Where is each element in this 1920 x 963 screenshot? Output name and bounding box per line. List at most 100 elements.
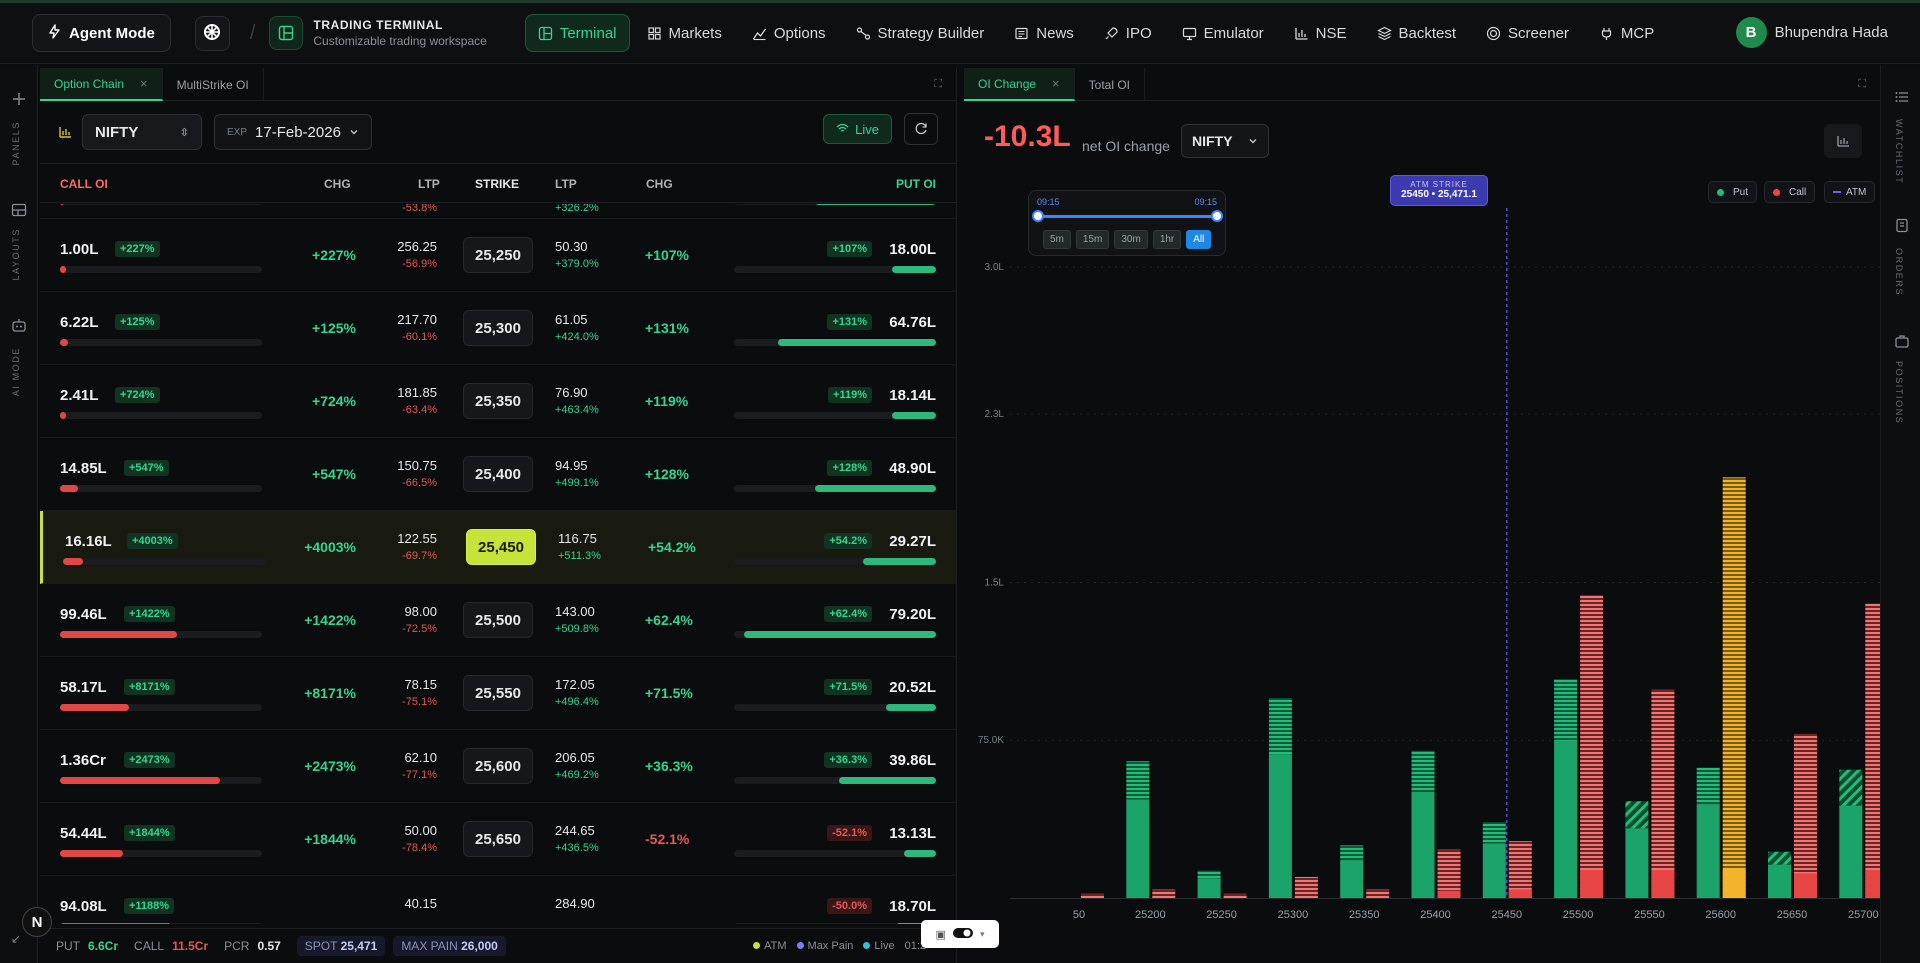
call-bar	[1366, 889, 1390, 898]
strike-cell[interactable]: 25,550	[463, 675, 533, 711]
user-menu[interactable]: B Bhupendra Hada	[1735, 17, 1888, 48]
strike-cell[interactable]: 25,650	[463, 821, 533, 857]
call-oi-change-badge: +125%	[115, 314, 160, 330]
x-tick-label: 25200	[1135, 909, 1166, 921]
nav-markets[interactable]: Markets	[634, 14, 735, 52]
close-icon[interactable]: ×	[140, 76, 148, 91]
rail-layouts-label[interactable]: LAYOUTS	[11, 228, 21, 281]
collapse-arrow-icon[interactable]: ↙	[11, 932, 27, 948]
rail-ai-mode-label[interactable]: AI MODE	[11, 347, 21, 396]
table-row[interactable]: 54.44L +1844% +1844% 50.00 -78.4% 25,650 244.6…	[40, 803, 956, 876]
rail-positions-label[interactable]: POSITIONS	[1894, 361, 1904, 424]
chart-type-button[interactable]	[1824, 124, 1862, 158]
nav-label: NSE	[1315, 24, 1347, 42]
strike-cell[interactable]: 25,450	[466, 529, 536, 565]
table-row-atm[interactable]: 16.16L +4003% +4003% 122.55 -69.7% 25,450 116.…	[40, 511, 956, 584]
nav-ipo[interactable]: IPO	[1091, 14, 1165, 52]
call-ltp-value: 217.70	[397, 312, 437, 327]
nav-nse[interactable]: NSE	[1281, 14, 1360, 52]
range-start-handle[interactable]	[1032, 210, 1044, 222]
table-row[interactable]: 94.08L +1188% 40.15 284.90 -50.0% 18.70L	[40, 876, 956, 924]
strike-cell[interactable]: 25,350	[463, 383, 533, 419]
plus-icon[interactable]	[11, 91, 27, 107]
clipboard-icon[interactable]	[1894, 217, 1910, 233]
symbol-select[interactable]: NIFTY ⇳	[82, 114, 202, 150]
rail-watchlist-label[interactable]: WATCHLIST	[1894, 119, 1904, 184]
tab-multistrike-oi[interactable]: MultiStrike OI	[163, 68, 264, 101]
legend-call[interactable]: Call	[1764, 181, 1816, 203]
strike-cell[interactable]: 25,250	[463, 237, 533, 273]
timeframe-1hr[interactable]: 1hr	[1152, 230, 1182, 249]
expand-icon[interactable]: ⛶	[934, 78, 942, 91]
list-icon[interactable]	[1894, 89, 1910, 105]
strike-cell[interactable]: 25,400	[463, 456, 533, 492]
tab-oi-change[interactable]: OI Change ×	[964, 68, 1075, 101]
layouts-icon[interactable]	[11, 202, 27, 218]
call-ltp-change: -60.1%	[402, 331, 437, 343]
legend-atm: ATM	[753, 940, 787, 952]
rail-orders-label[interactable]: ORDERS	[1894, 248, 1904, 296]
n-logo-badge[interactable]: N	[22, 907, 52, 937]
legend-atm[interactable]: ATM	[1824, 181, 1876, 203]
nav-emulator[interactable]: Emulator	[1169, 14, 1277, 52]
expand-icon[interactable]: ⛶	[1858, 78, 1866, 91]
briefcase-icon[interactable]	[1894, 333, 1910, 349]
bar-chart-icon	[1836, 133, 1850, 150]
close-icon[interactable]: ×	[1052, 76, 1060, 91]
put-bar	[1839, 769, 1863, 898]
table-row-partial[interactable]: -53.8% +326.2%	[40, 204, 956, 219]
put-chg: +119%	[645, 393, 689, 409]
range-track[interactable]	[1037, 215, 1217, 218]
table-row[interactable]: 99.46L +1422% +1422% 98.00 -72.5% 25,500 143.0…	[40, 584, 956, 657]
strike-cell[interactable]: 25,500	[463, 602, 533, 638]
live-toggle-button[interactable]: Live	[823, 114, 892, 144]
agent-mode-button[interactable]: Agent Mode	[32, 14, 171, 52]
grid-icon	[647, 26, 662, 41]
rail-panels-label[interactable]: PANELS	[11, 121, 21, 165]
oi-symbol-select[interactable]: NIFTY	[1181, 124, 1269, 158]
nav-screener[interactable]: Screener	[1473, 14, 1582, 52]
nav-backtest[interactable]: Backtest	[1364, 14, 1470, 52]
table-row[interactable]: 58.17L +8171% +8171% 78.15 -75.1% 25,550 172.0…	[40, 657, 956, 730]
put-ltp-change: +499.1%	[555, 477, 599, 489]
call-total-label: CALL	[134, 939, 165, 953]
table-row[interactable]: 14.85L +547% +547% 150.75 -66.5% 25,400 94.95 +…	[40, 438, 956, 511]
symbol-value: NIFTY	[95, 123, 139, 141]
timeframe-30m[interactable]: 30m	[1114, 230, 1148, 249]
rocket-icon	[1104, 26, 1119, 41]
range-end-handle[interactable]	[1211, 210, 1223, 222]
call-bar	[1152, 889, 1176, 898]
table-row[interactable]: 6.22L +125% +125% 217.70 -60.1% 25,300 61.05 +4…	[40, 292, 956, 365]
strike-cell[interactable]: 25,300	[463, 310, 533, 346]
nav-options[interactable]: Options	[739, 14, 839, 52]
timeframe-All[interactable]: All	[1186, 230, 1212, 249]
expiry-select[interactable]: EXP 17-Feb-2026	[214, 114, 372, 150]
spot-value: 25,471	[340, 939, 378, 953]
robot-icon[interactable]	[11, 317, 27, 333]
nav-strategy-builder[interactable]: Strategy Builder	[843, 14, 998, 52]
theme-switcher[interactable]: ▣ ▾	[921, 920, 999, 948]
tab-total-oi[interactable]: Total OI	[1075, 68, 1145, 101]
net-oi-value: -10.3L	[984, 120, 1071, 153]
nav-news[interactable]: News	[1001, 14, 1087, 52]
timeframe-15m[interactable]: 15m	[1075, 230, 1110, 249]
nav-label: Terminal	[559, 24, 617, 42]
atm-strike-value: 25450 • 25,471.1	[1401, 189, 1477, 200]
timeframe-5m[interactable]: 5m	[1043, 230, 1071, 249]
app-logo[interactable]	[194, 15, 230, 51]
call-oi-change-badge: +4003%	[127, 533, 178, 549]
put-oi-value: 18.00L	[889, 241, 936, 258]
call-bar	[1651, 689, 1675, 898]
nav-terminal[interactable]: Terminal	[524, 14, 630, 52]
put-ltp: 76.90 +463.4%	[555, 385, 599, 416]
nav-mcp[interactable]: MCP	[1586, 14, 1667, 52]
legend-put[interactable]: Put	[1708, 181, 1758, 203]
table-row[interactable]: 1.36Cr +2473% +2473% 62.10 -77.1% 25,600 206.0…	[40, 730, 956, 803]
table-row[interactable]: 1.00L +227% +227% 256.25 -56.9% 25,250 50.30 +3…	[40, 219, 956, 292]
tab-option-chain[interactable]: Option Chain ×	[40, 68, 163, 101]
refresh-button[interactable]	[904, 113, 938, 145]
table-row[interactable]: 2.41L +724% +724% 181.85 -63.4% 25,350 76.90 +4…	[40, 365, 956, 438]
call-ltp-value: 98.00	[404, 604, 437, 619]
strike-cell[interactable]: 25,600	[463, 748, 533, 784]
call-oi-value: 1.00L	[60, 241, 99, 258]
